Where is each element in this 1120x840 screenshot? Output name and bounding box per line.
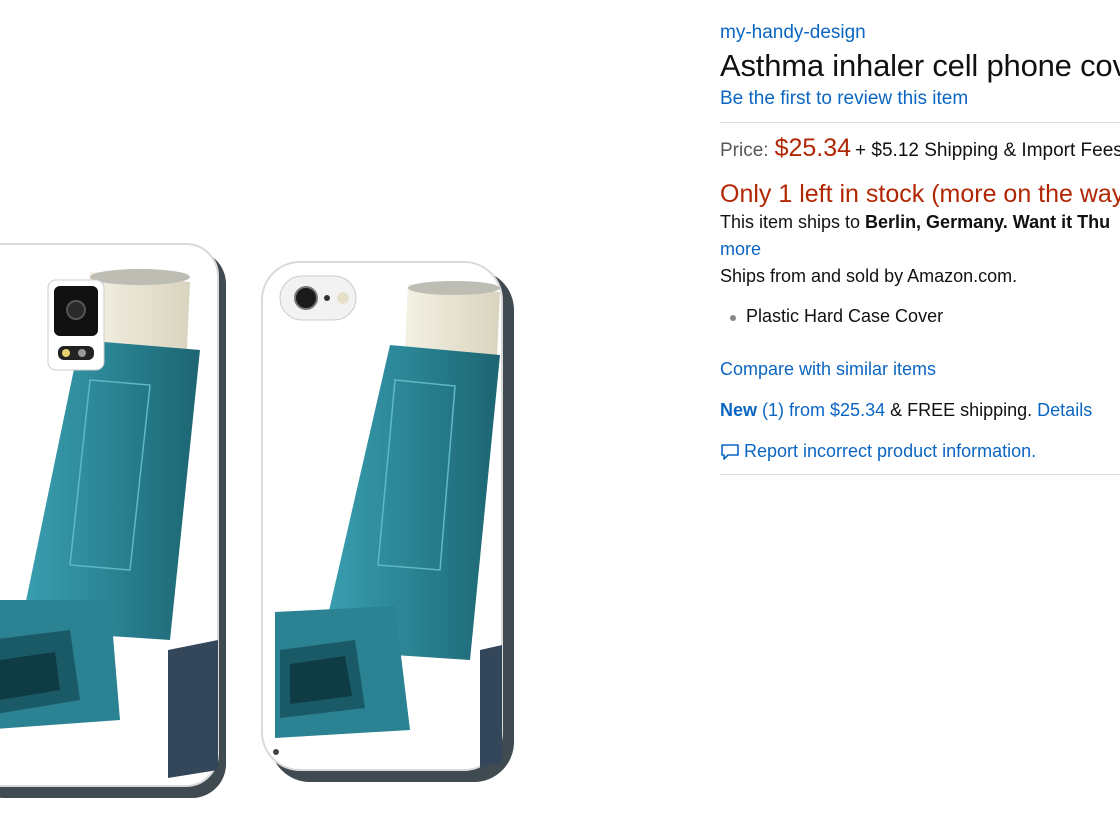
free-shipping-text: & FREE shipping.	[885, 400, 1038, 420]
product-images	[0, 243, 514, 798]
divider	[720, 474, 1120, 475]
brand-link[interactable]: my-handy-design	[720, 22, 866, 44]
product-image-gallery	[0, 0, 640, 840]
phone-case-iphone-image[interactable]	[261, 261, 514, 782]
price-label: Price:	[720, 140, 769, 161]
report-link-label: Report incorrect product information.	[744, 441, 1037, 461]
sold-by-text: Ships from and sold by Amazon.com.	[720, 266, 1018, 286]
compare-link[interactable]: Compare with similar items	[720, 359, 936, 380]
report-link[interactable]: Report incorrect product information.	[720, 441, 1036, 462]
feature-bullets: Plastic Hard Case Cover	[720, 306, 943, 327]
new-offers-count-link[interactable]: (1) from $25.34	[762, 400, 885, 420]
divider	[720, 122, 1120, 123]
ships-to-text: This item ships to Berlin, Germany. Want…	[720, 212, 1110, 233]
phone-case-android-image[interactable]	[0, 243, 226, 798]
details-link[interactable]: Details	[1037, 400, 1092, 420]
shipping-fees: + $5.12 Shipping & Import Fees	[855, 140, 1120, 161]
want-it-text: Want it Thu	[1012, 212, 1111, 232]
speech-bubble-icon	[721, 443, 739, 460]
review-link[interactable]: Be the first to review this item	[720, 88, 968, 110]
ships-to-prefix: This item ships to	[720, 212, 866, 232]
price-value: $25.34	[774, 134, 852, 162]
offer-row: New (1) from $25.34 & FREE shipping. Det…	[720, 400, 1092, 421]
stock-status: Only 1 left in stock (more on the way	[720, 180, 1120, 208]
new-offers-label[interactable]: New	[720, 400, 757, 420]
ships-to-suffix: .	[1002, 212, 1013, 232]
product-title: Asthma inhaler cell phone cov	[720, 48, 1120, 83]
more-link[interactable]: more	[720, 239, 761, 260]
ships-to-location: Berlin, Germany	[865, 212, 1003, 232]
feature-bullet: Plastic Hard Case Cover	[720, 306, 943, 327]
price-row: Price: $25.34 + $5.12 Shipping & Import Fe…	[720, 134, 1120, 163]
